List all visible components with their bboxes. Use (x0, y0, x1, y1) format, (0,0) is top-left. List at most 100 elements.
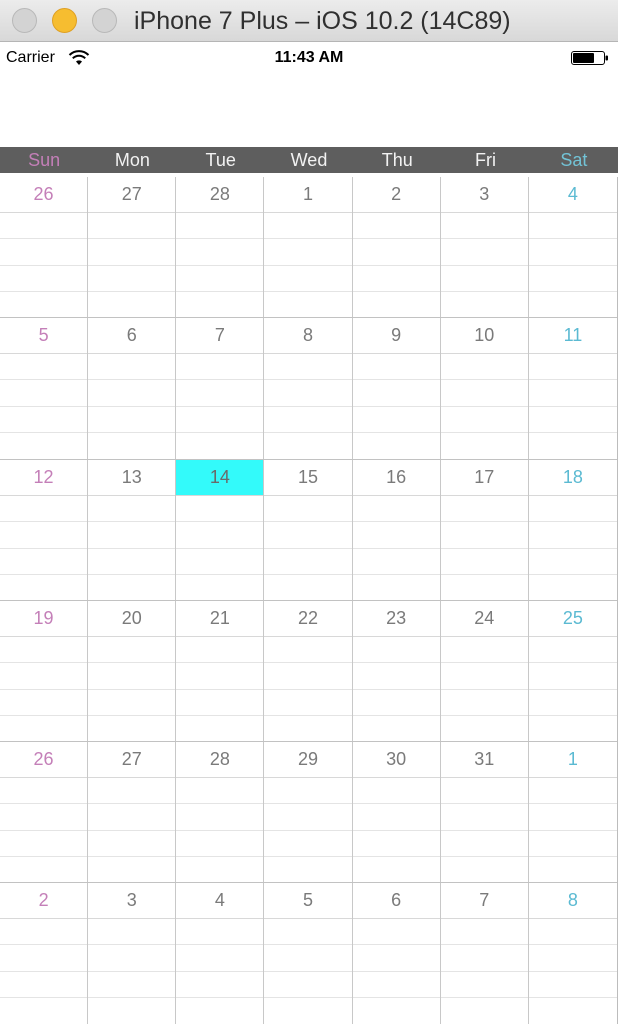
day-cell[interactable]: 26 (0, 742, 89, 883)
day-number: 31 (474, 749, 495, 770)
day-number: 3 (126, 890, 137, 911)
day-number: 8 (302, 325, 313, 346)
day-cell[interactable]: 5 (264, 883, 353, 1024)
day-cell[interactable]: 5 (0, 318, 89, 459)
calendar-week-6: 2 3 4 5 6 7 8 (0, 883, 617, 1024)
day-cell[interactable]: 2 (352, 177, 441, 318)
day-number: 2 (391, 184, 402, 204)
day-number: 9 (391, 325, 402, 346)
day-cell[interactable]: 2 (0, 883, 89, 1024)
day-cell[interactable]: 7 (440, 883, 529, 1024)
day-cell[interactable]: 28 (176, 177, 265, 318)
day-cell[interactable]: 29 (264, 742, 353, 883)
day-cell[interactable]: 20 (88, 600, 177, 742)
day-cell[interactable]: 22 (264, 600, 353, 742)
day-cell[interactable]: 31 (440, 742, 529, 883)
day-number: 2 (38, 890, 49, 911)
day-number: 4 (567, 184, 578, 204)
day-cell[interactable]: 6 (88, 318, 177, 459)
day-cell[interactable]: 10 (440, 318, 529, 459)
day-number: 11 (563, 325, 583, 346)
calendar-week-4: 19 20 21 22 23 24 25 (0, 600, 617, 743)
status-bar: Carrier 11:43 AM (0, 42, 618, 72)
day-cell[interactable]: 4 (176, 883, 265, 1024)
day-cell[interactable]: 9 (352, 318, 441, 459)
day-cell[interactable]: 18 (528, 459, 617, 600)
day-number: 27 (121, 749, 142, 770)
day-cell[interactable]: 25 (528, 600, 617, 742)
day-cell[interactable]: 24 (440, 600, 529, 742)
day-cell[interactable]: 11 (528, 318, 617, 459)
day-number: 22 (297, 607, 318, 628)
day-number: 17 (474, 466, 495, 487)
day-number: 10 (474, 325, 495, 346)
day-cell[interactable]: 1 (264, 177, 353, 318)
day-number: 16 (386, 466, 407, 487)
day-number: 26 (33, 749, 54, 770)
day-number: 20 (121, 607, 142, 628)
weekday-mon: Mon (114, 150, 150, 170)
day-cell[interactable]: 6 (352, 883, 441, 1024)
close-window-button[interactable] (12, 8, 37, 33)
day-cell-today[interactable]: 14 (176, 459, 265, 600)
day-number: 1 (302, 184, 313, 204)
day-number: 25 (562, 607, 583, 628)
day-number: 1 (567, 749, 578, 770)
day-number: 26 (33, 184, 54, 204)
zoom-window-button[interactable] (92, 8, 117, 33)
calendar-week-1: 26 27 28 1 2 3 4 (0, 177, 617, 319)
weekday-fri: Fri (475, 150, 497, 170)
day-number: 4 (214, 890, 225, 911)
weekday-sun: Sun (28, 150, 61, 170)
calendar-week-2: 5 6 7 8 9 10 11 (0, 318, 617, 460)
day-cell[interactable]: 3 (88, 883, 177, 1024)
day-cell[interactable]: 3 (440, 177, 529, 318)
day-cell[interactable]: 7 (176, 318, 265, 459)
calendar-week-5: 26 27 28 29 30 31 1 (0, 742, 617, 884)
day-cell[interactable]: 15 (264, 459, 353, 600)
day-cell[interactable]: 27 (88, 177, 177, 318)
day-number: 27 (121, 184, 142, 204)
day-cell[interactable]: 28 (176, 742, 265, 883)
day-number: 13 (121, 466, 142, 487)
weekday-tue: Tue (205, 150, 236, 170)
calendar-grid: 26 27 28 1 2 3 4 5 6 7 8 9 10 11 12 13 1… (0, 177, 618, 1024)
minimize-window-button[interactable] (52, 8, 77, 33)
day-cell[interactable]: 12 (0, 459, 89, 600)
day-number: 28 (209, 184, 230, 204)
day-cell[interactable]: 13 (88, 459, 177, 600)
day-cell[interactable]: 8 (264, 318, 353, 459)
day-number: 8 (567, 890, 578, 911)
day-cell[interactable]: 30 (352, 742, 441, 883)
day-cell[interactable]: 19 (0, 600, 89, 742)
day-number: 14 (176, 459, 264, 495)
day-number: 30 (386, 749, 407, 770)
weekday-sat: Sat (560, 150, 588, 170)
window-title-bar: iPhone 7 Plus – iOS 10.2 (14C89) (0, 0, 618, 42)
day-cell[interactable]: 8 (528, 883, 617, 1024)
day-number: 28 (209, 749, 230, 770)
day-cell[interactable]: 27 (88, 742, 177, 883)
day-number: 18 (562, 466, 583, 487)
weekday-thu: Thu (381, 150, 413, 170)
day-cell[interactable]: 26 (0, 177, 89, 318)
day-number: 7 (479, 890, 490, 911)
day-number: 6 (126, 325, 137, 346)
day-number: 23 (386, 607, 407, 628)
day-cell[interactable]: 16 (352, 459, 441, 600)
day-number: 3 (479, 184, 490, 204)
day-cell[interactable]: 23 (352, 600, 441, 742)
day-number: 12 (33, 466, 54, 487)
window-title: iPhone 7 Plus – iOS 10.2 (14C89) (134, 7, 511, 35)
day-cell[interactable]: 4 (528, 177, 617, 318)
battery-icon (571, 51, 608, 65)
day-number: 19 (33, 607, 54, 628)
day-cell[interactable]: 17 (440, 459, 529, 600)
weekday-header: Sun Mon Tue Wed Thu Fri Sat (0, 147, 618, 173)
calendar-week-3: 12 13 14 15 16 17 18 (0, 459, 617, 601)
day-number: 21 (209, 607, 230, 628)
day-number: 29 (297, 749, 318, 770)
day-number: 24 (474, 607, 495, 628)
day-cell[interactable]: 1 (528, 742, 617, 883)
day-cell[interactable]: 21 (176, 600, 265, 742)
